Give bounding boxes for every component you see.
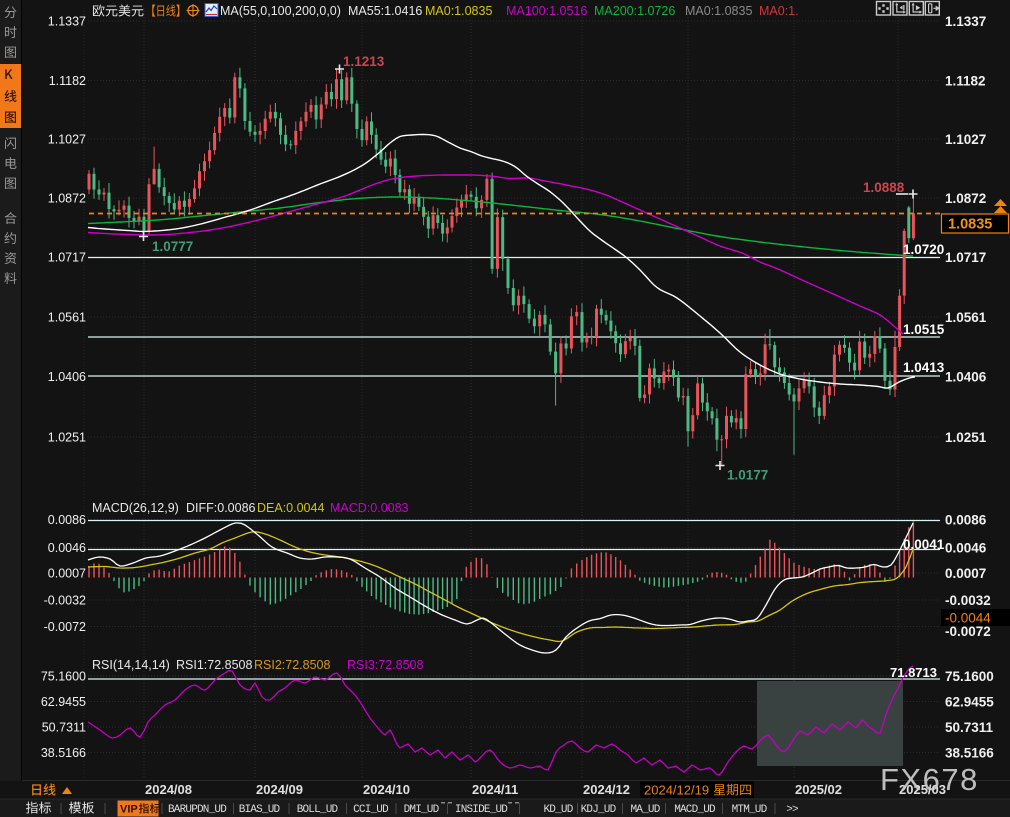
svg-text:1.0872: 1.0872 bbox=[48, 192, 86, 206]
svg-text:MA(55,0,100,200,0,0): MA(55,0,100,200,0,0) bbox=[220, 4, 341, 18]
svg-text:1.0177: 1.0177 bbox=[727, 468, 768, 483]
svg-text:DIFF:0.0086: DIFF:0.0086 bbox=[186, 501, 256, 515]
svg-text:1.0251: 1.0251 bbox=[945, 430, 987, 445]
svg-text:0.0041: 0.0041 bbox=[903, 537, 945, 552]
svg-text:MA0:1.: MA0:1. bbox=[759, 4, 799, 18]
svg-text:0.0046: 0.0046 bbox=[945, 541, 987, 556]
svg-text:1.0777: 1.0777 bbox=[152, 239, 193, 254]
svg-text:1.0561: 1.0561 bbox=[48, 311, 86, 325]
svg-text:CCI_UD: CCI_UD bbox=[353, 804, 389, 816]
svg-text:0.0086: 0.0086 bbox=[945, 513, 987, 528]
svg-text:-0.0032: -0.0032 bbox=[945, 593, 991, 608]
svg-text:2024/08: 2024/08 bbox=[145, 782, 192, 797]
svg-text:0.0007: 0.0007 bbox=[48, 567, 86, 581]
svg-text:VIP: VIP bbox=[120, 804, 138, 816]
svg-text:-0.0072: -0.0072 bbox=[945, 624, 991, 639]
svg-text:INSIDE_UD: INSIDE_UD bbox=[455, 804, 508, 816]
svg-text:BIAS_UD: BIAS_UD bbox=[239, 804, 281, 816]
svg-text:62.9455: 62.9455 bbox=[41, 695, 86, 709]
svg-text:>>: >> bbox=[786, 804, 798, 816]
svg-text:MA55:1.0416: MA55:1.0416 bbox=[348, 4, 422, 18]
svg-text:1.0413: 1.0413 bbox=[903, 360, 945, 375]
svg-text:2025/02: 2025/02 bbox=[795, 782, 842, 797]
svg-text:1.0406: 1.0406 bbox=[945, 370, 987, 385]
svg-text:MTM_UD: MTM_UD bbox=[732, 804, 768, 816]
svg-text:RSI(14,14,14): RSI(14,14,14) bbox=[92, 658, 170, 672]
svg-text:38.5166: 38.5166 bbox=[41, 746, 86, 760]
svg-text:1.1213: 1.1213 bbox=[343, 54, 385, 69]
svg-text:1.0406: 1.0406 bbox=[48, 370, 86, 384]
svg-text:-0.0032: -0.0032 bbox=[44, 594, 86, 608]
svg-text:RSI3:72.8508: RSI3:72.8508 bbox=[347, 658, 423, 672]
svg-text:RSI2:72.8508: RSI2:72.8508 bbox=[254, 658, 330, 672]
svg-text:1.0835: 1.0835 bbox=[948, 217, 992, 233]
svg-text:-0.0044: -0.0044 bbox=[945, 611, 991, 626]
svg-text:RSI1:72.8508: RSI1:72.8508 bbox=[176, 658, 252, 672]
svg-text:1.1182: 1.1182 bbox=[945, 74, 986, 89]
svg-text:1.1337: 1.1337 bbox=[48, 15, 86, 29]
svg-text:1.0251: 1.0251 bbox=[48, 431, 86, 445]
svg-text:1.1027: 1.1027 bbox=[945, 132, 986, 147]
svg-text:75.1600: 75.1600 bbox=[41, 670, 86, 684]
svg-text:BOLL_UD: BOLL_UD bbox=[297, 804, 339, 816]
svg-text:1.0717: 1.0717 bbox=[945, 250, 986, 265]
svg-text:1.0720: 1.0720 bbox=[903, 242, 944, 257]
svg-text:FX678: FX678 bbox=[880, 762, 979, 797]
svg-text:KD_UD: KD_UD bbox=[543, 804, 573, 816]
svg-text:MA100:1.0516: MA100:1.0516 bbox=[506, 4, 587, 18]
svg-text:DMI_UD: DMI_UD bbox=[404, 804, 440, 816]
svg-text:2024/10: 2024/10 bbox=[363, 782, 410, 797]
svg-text:2024/11: 2024/11 bbox=[472, 782, 518, 797]
svg-text:2024/12: 2024/12 bbox=[583, 782, 630, 797]
svg-text:1.0872: 1.0872 bbox=[945, 191, 986, 206]
svg-text:MACD:0.0083: MACD:0.0083 bbox=[330, 501, 409, 515]
svg-text:2024/09: 2024/09 bbox=[256, 782, 303, 797]
svg-text:MA_UD: MA_UD bbox=[630, 804, 660, 816]
svg-text:1.0515: 1.0515 bbox=[903, 322, 945, 337]
svg-text:MACD(26,12,9): MACD(26,12,9) bbox=[92, 501, 179, 515]
svg-text:-0.0072: -0.0072 bbox=[44, 620, 86, 634]
svg-text:71.8713: 71.8713 bbox=[890, 665, 937, 680]
svg-text:KDJ_UD: KDJ_UD bbox=[581, 804, 617, 816]
svg-text:50.7311: 50.7311 bbox=[945, 720, 994, 735]
svg-text:MA0:1.0835: MA0:1.0835 bbox=[425, 4, 492, 18]
svg-text:0.0046: 0.0046 bbox=[48, 541, 86, 555]
svg-text:DEA:0.0044: DEA:0.0044 bbox=[257, 501, 324, 515]
svg-text:1.1337: 1.1337 bbox=[945, 14, 986, 29]
svg-text:38.5166: 38.5166 bbox=[945, 746, 994, 761]
svg-text:1.0717: 1.0717 bbox=[48, 251, 86, 265]
svg-text:2024/12/19: 2024/12/19 bbox=[644, 783, 709, 798]
svg-text:0.0007: 0.0007 bbox=[945, 566, 986, 581]
svg-text:MACD_UD: MACD_UD bbox=[674, 804, 716, 816]
svg-text:0.0086: 0.0086 bbox=[48, 513, 86, 527]
svg-text:MA200:1.0726: MA200:1.0726 bbox=[594, 4, 675, 18]
svg-text:1.0888: 1.0888 bbox=[863, 180, 905, 195]
svg-text:75.1600: 75.1600 bbox=[945, 669, 994, 684]
svg-text:BARUPDN_UD: BARUPDN_UD bbox=[168, 804, 227, 816]
svg-text:1.1027: 1.1027 bbox=[48, 133, 86, 147]
svg-text:50.7311: 50.7311 bbox=[42, 721, 86, 735]
svg-text:62.9455: 62.9455 bbox=[945, 695, 994, 710]
svg-text:1.0561: 1.0561 bbox=[945, 310, 987, 325]
svg-text:1.1182: 1.1182 bbox=[49, 74, 86, 88]
svg-text:MA0:1.0835: MA0:1.0835 bbox=[685, 4, 752, 18]
